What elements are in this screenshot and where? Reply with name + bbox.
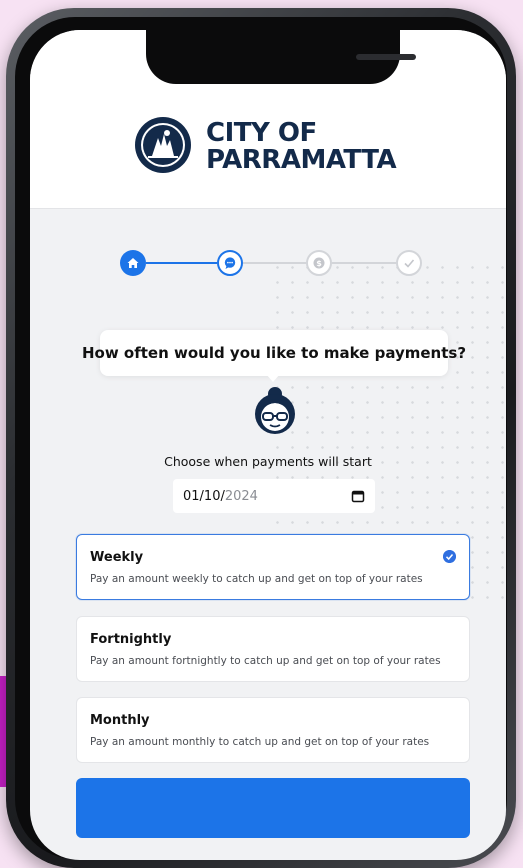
dollar-icon: $ (313, 257, 325, 269)
phone-speaker (356, 54, 416, 60)
assistant-avatar-icon (255, 387, 295, 434)
home-icon (127, 258, 139, 268)
option-title: Monthly (90, 713, 150, 728)
start-date-label: Choose when payments will start (164, 454, 372, 469)
question-text: How often would you like to make payment… (81, 344, 467, 362)
calendar-icon[interactable] (351, 489, 365, 503)
city-seal-logo (135, 117, 191, 173)
start-date-input[interactable]: 01/10/2024 (173, 479, 375, 513)
stepper-line-2 (243, 262, 306, 264)
phone-screen: CITY OF PARRAMATTA $ How often would you… (30, 30, 506, 860)
stepper-line-3 (332, 262, 396, 264)
chat-icon (224, 257, 236, 269)
date-value: 01/10/2024 (183, 489, 258, 504)
svg-text:$: $ (316, 259, 322, 268)
stepper-line-1 (146, 262, 217, 264)
brand-line-2: PARRAMATTA (206, 145, 397, 175)
option-monthly[interactable]: Monthly Pay an amount monthly to catch u… (76, 697, 470, 763)
option-description: Pay an amount monthly to catch up and ge… (90, 736, 430, 748)
step-home[interactable] (120, 250, 146, 276)
selected-check-icon (443, 550, 456, 563)
option-title: Weekly (90, 550, 144, 565)
brand-line-1: CITY OF (206, 118, 317, 148)
option-description: Pay an amount fortnightly to catch up an… (90, 655, 441, 667)
step-confirm[interactable] (396, 250, 422, 276)
date-year: 2024 (224, 488, 258, 504)
progress-stepper: $ (120, 250, 430, 276)
brand-wordmark: CITY OF PARRAMATTA (206, 118, 397, 175)
bubble-tail (266, 374, 280, 382)
step-payment[interactable]: $ (306, 250, 332, 276)
option-weekly[interactable]: Weekly Pay an amount weekly to catch up … (76, 534, 470, 600)
option-description: Pay an amount weekly to catch up and get… (90, 573, 423, 585)
phone-notch (146, 30, 416, 84)
date-day-month: 01/10/ (183, 488, 225, 504)
option-fortnightly[interactable]: Fortnightly Pay an amount fortnightly to… (76, 616, 470, 682)
step-chat[interactable] (217, 250, 243, 276)
option-title: Fortnightly (90, 632, 172, 647)
check-icon (404, 259, 415, 268)
question-bubble: How often would you like to make payment… (82, 330, 466, 376)
phone-frame: CITY OF PARRAMATTA $ How often would you… (6, 8, 516, 868)
continue-button[interactable] (76, 778, 470, 838)
